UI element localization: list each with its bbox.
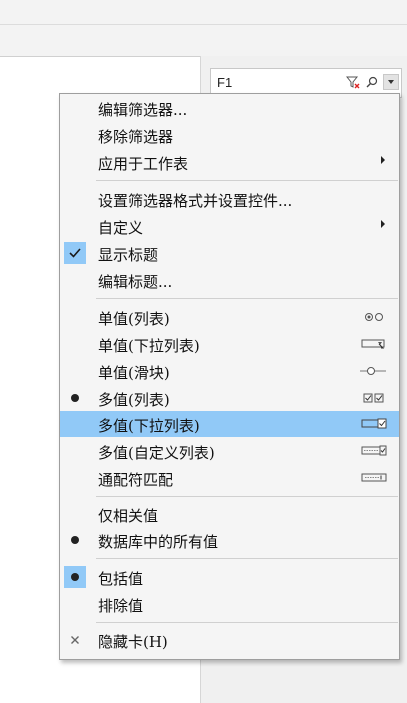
menu-item-show-title[interactable]: 显示标题 [60, 240, 399, 266]
menu-item-single-value-list[interactable]: 单值(列表) [60, 304, 399, 330]
filter-card-title: F1 [217, 75, 233, 90]
bullet-icon [64, 566, 86, 588]
menu-item-label: 自定义 [98, 219, 144, 237]
menu-item-label: 多值(自定义列表) [98, 444, 215, 462]
search-icon[interactable] [364, 74, 380, 90]
menu-item-label: 仅相关值 [98, 507, 159, 525]
card-menu-dropdown-icon[interactable] [383, 74, 399, 90]
menu-item-label: 数据库中的所有值 [98, 533, 219, 551]
checkmark-icon [64, 242, 86, 264]
menu-item-label: 多值(下拉列表) [98, 417, 200, 435]
checkboxes-icon [359, 390, 387, 406]
menu-item-relevant-values-only[interactable]: 仅相关值 [60, 501, 399, 527]
menu-item-label: 隐藏卡(H) [98, 633, 168, 651]
menu-item-label: 移除筛选器 [98, 128, 174, 146]
custom-list-icon [359, 443, 387, 459]
shelf-band [0, 25, 407, 57]
menu-item-wildcard-match[interactable]: 通配符匹配 [60, 465, 399, 491]
menu-separator [96, 180, 398, 181]
menu-item-exclude-values[interactable]: 排除值 [60, 591, 399, 617]
submenu-arrow-icon [381, 220, 385, 228]
dropdown-control-icon [359, 336, 387, 352]
menu-item-label: 编辑筛选器... [98, 101, 188, 119]
menu-item-all-values-in-database[interactable]: 数据库中的所有值 [60, 527, 399, 553]
menu-item-edit-title[interactable]: 编辑标题... [60, 267, 399, 293]
top-toolbar-band [0, 0, 407, 25]
menu-item-apply-to-worksheets[interactable]: 应用于工作表 [60, 149, 399, 175]
menu-item-format-filter[interactable]: 设置筛选器格式并设置控件... [60, 186, 399, 212]
menu-item-label: 显示标题 [98, 246, 159, 264]
close-icon [64, 629, 86, 651]
menu-item-multi-value-dropdown[interactable]: 多值(下拉列表) [60, 411, 399, 437]
slider-icon [359, 363, 387, 379]
menu-item-hide-card[interactable]: 隐藏卡(H) [60, 627, 399, 653]
menu-separator [96, 558, 398, 559]
menu-item-edit-filter[interactable]: 编辑筛选器... [60, 95, 399, 121]
menu-item-include-values[interactable]: 包括值 [60, 564, 399, 590]
bullet-icon [64, 387, 86, 409]
menu-item-label: 包括值 [98, 570, 144, 588]
menu-item-label: 多值(列表) [98, 391, 170, 409]
menu-item-label: 通配符匹配 [98, 471, 174, 489]
menu-item-single-value-slider[interactable]: 单值(滑块) [60, 358, 399, 384]
radio-buttons-icon [359, 309, 387, 325]
bullet-icon [64, 529, 86, 551]
context-menu: 编辑筛选器... 移除筛选器 应用于工作表 设置筛选器格式并设置控件... 自定… [59, 93, 400, 660]
menu-item-label: 单值(下拉列表) [98, 337, 200, 355]
menu-item-label: 应用于工作表 [98, 155, 189, 173]
menu-separator [96, 622, 398, 623]
submenu-arrow-icon [381, 156, 385, 164]
menu-item-remove-filter[interactable]: 移除筛选器 [60, 122, 399, 148]
menu-separator [96, 496, 398, 497]
menu-item-customize[interactable]: 自定义 [60, 213, 399, 239]
dropdown-checklist-icon [359, 416, 387, 432]
menu-item-single-value-dropdown[interactable]: 单值(下拉列表) [60, 331, 399, 357]
menu-item-label: 排除值 [98, 597, 144, 615]
menu-item-multi-value-custom-list[interactable]: 多值(自定义列表) [60, 438, 399, 464]
menu-item-multi-value-list[interactable]: 多值(列表) [60, 385, 399, 411]
menu-item-label: 编辑标题... [98, 273, 173, 291]
menu-item-label: 单值(滑块) [98, 364, 170, 382]
clear-filter-icon[interactable] [345, 74, 361, 90]
text-input-icon [359, 470, 387, 486]
menu-item-label: 单值(列表) [98, 310, 170, 328]
menu-item-label: 设置筛选器格式并设置控件... [98, 192, 293, 210]
menu-separator [96, 298, 398, 299]
